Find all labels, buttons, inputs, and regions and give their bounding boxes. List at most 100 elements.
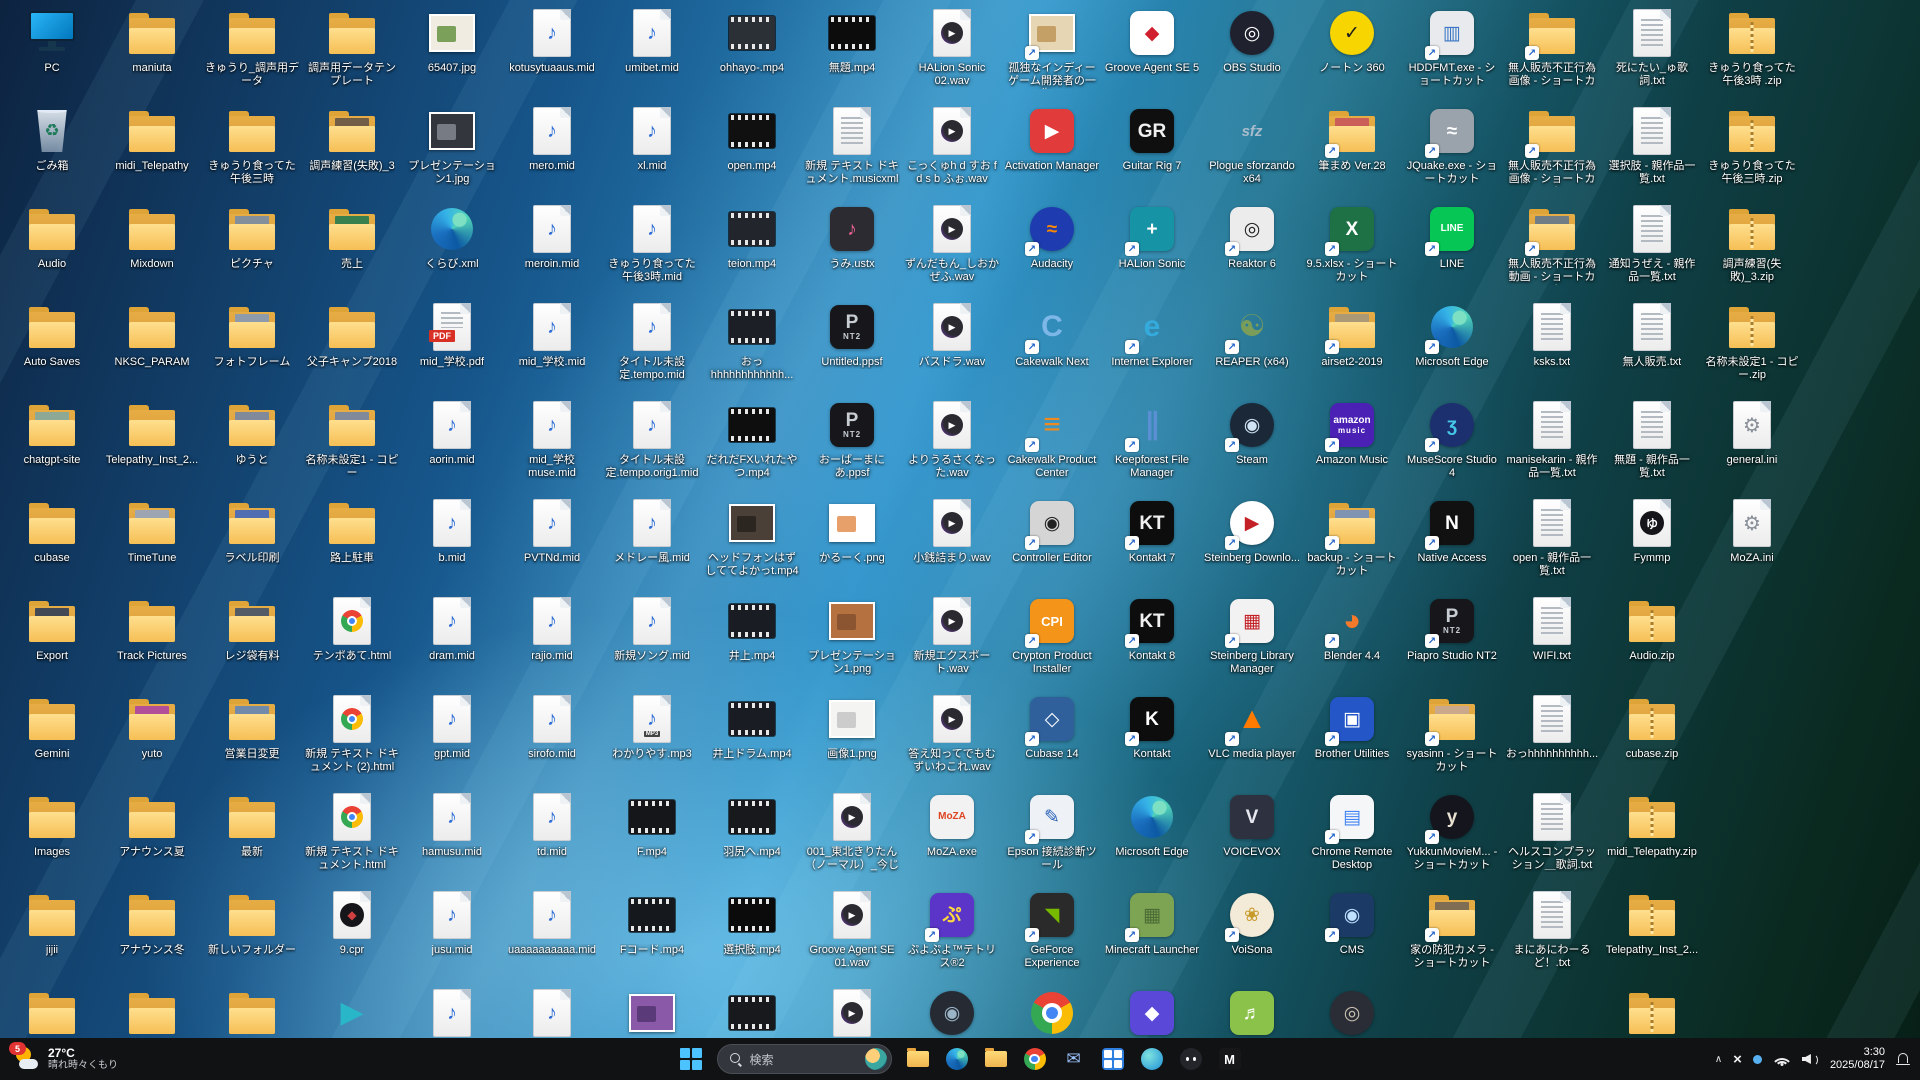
desktop-icon[interactable]: midi_Telepathy.zip: [1602, 790, 1702, 888]
desktop-icon[interactable]: ◉↗Steam: [1202, 398, 1302, 496]
desktop-icon[interactable]: 選択肢 - 親作品一覧.txt: [1602, 104, 1702, 202]
status-dot-icon[interactable]: [1753, 1055, 1762, 1064]
desktop-icon[interactable]: テンポあて.html: [302, 594, 402, 692]
clock[interactable]: 3:30 2025/08/17: [1830, 1046, 1885, 1072]
desktop-icon[interactable]: ▶新規エクスポート.wav: [902, 594, 1002, 692]
desktop-icon[interactable]: C↗Cakewalk Next: [1002, 300, 1102, 398]
taskbar-app-mail[interactable]: ✉: [1061, 1046, 1087, 1072]
desktop-icon[interactable]: ⚙MoZA.ini: [1702, 496, 1802, 594]
desktop-icon[interactable]: ↗Microsoft Edge: [1402, 300, 1502, 398]
desktop-icon[interactable]: 羽尻へ.mp4: [702, 790, 802, 888]
desktop-icon[interactable]: フォトフレーム: [202, 300, 302, 398]
wifi-icon[interactable]: [1773, 1053, 1791, 1066]
desktop-icon[interactable]: ▦↗Minecraft Launcher: [1102, 888, 1202, 986]
desktop-icon[interactable]: ♪sirofo.mid: [502, 692, 602, 790]
desktop-icon[interactable]: 新しいフォルダー: [202, 888, 302, 986]
desktop-icon[interactable]: F.mp4: [602, 790, 702, 888]
notifications-bell-icon[interactable]: [1896, 1052, 1910, 1066]
desktop-icon[interactable]: ✎↗Epson 接続診断ツール: [1002, 790, 1102, 888]
desktop-icon[interactable]: amazonmusic↗Amazon Music: [1302, 398, 1402, 496]
desktop-icon[interactable]: 最新: [202, 790, 302, 888]
desktop-icon[interactable]: yuto: [102, 692, 202, 790]
desktop-icon[interactable]: ≈↗Audacity: [1002, 202, 1102, 300]
desktop-icon[interactable]: プレゼンテーション1.png: [802, 594, 902, 692]
desktop-icon[interactable]: LINE↗LINE: [1402, 202, 1502, 300]
desktop-icon[interactable]: [2, 986, 102, 1038]
desktop-icon[interactable]: ♪aorin.mid: [402, 398, 502, 496]
desktop-icon[interactable]: jijii: [2, 888, 102, 986]
desktop-icon[interactable]: ↗家の防犯カメラ - ショートカット: [1402, 888, 1502, 986]
desktop-icon[interactable]: ピクチャ: [202, 202, 302, 300]
desktop-icon[interactable]: maniuta: [102, 6, 202, 104]
desktop-icon[interactable]: ◉: [902, 986, 1002, 1038]
desktop-icon[interactable]: ▶よりうるさくなった.wav: [902, 398, 1002, 496]
desktop-icon[interactable]: N↗Native Access: [1402, 496, 1502, 594]
desktop-icon[interactable]: 調声練習(失敗)_3: [302, 104, 402, 202]
desktop-icon[interactable]: PDFmid_学校.pdf: [402, 300, 502, 398]
desktop-icon[interactable]: y↗YukkunMovieM... - ショートカット: [1402, 790, 1502, 888]
desktop-icon[interactable]: ▣↗Brother Utilities: [1302, 692, 1402, 790]
desktop-icon[interactable]: きゅうり_調声用データ: [202, 6, 302, 104]
desktop-icon[interactable]: ↗無人販売不正行為動画 - ショートカット: [1502, 202, 1602, 300]
desktop-icon[interactable]: ↗無人販売不正行為画像 - ショートカット: [1502, 104, 1602, 202]
desktop-icon[interactable]: ♻ごみ箱: [2, 104, 102, 202]
desktop-icon[interactable]: 65407.jpg: [402, 6, 502, 104]
desktop-icon[interactable]: 無人販売.txt: [1602, 300, 1702, 398]
desktop-icon[interactable]: ゆうと: [202, 398, 302, 496]
desktop-icon[interactable]: 調声用データテンプレート: [302, 6, 402, 104]
desktop-icon[interactable]: アナウンス夏: [102, 790, 202, 888]
desktop-icon[interactable]: アナウンス冬: [102, 888, 202, 986]
desktop-icon[interactable]: Audio.zip: [1602, 594, 1702, 692]
desktop-icon[interactable]: ◆9.cpr: [302, 888, 402, 986]
desktop-icon[interactable]: 新規 テキスト ドキュメント.html: [302, 790, 402, 888]
desktop-icon[interactable]: ▶ずんだもん_しおかぜふ.wav: [902, 202, 1002, 300]
desktop-icon[interactable]: WIFI.txt: [1502, 594, 1602, 692]
desktop-icon[interactable]: くらび.xml: [402, 202, 502, 300]
desktop-icon[interactable]: 営業日変更: [202, 692, 302, 790]
desktop-icon[interactable]: ♪タイトル未設定.tempo.orig1.mid: [602, 398, 702, 496]
desktop-icon[interactable]: ♪td.mid: [502, 790, 602, 888]
taskbar-app-file-explorer-window[interactable]: [983, 1046, 1009, 1072]
desktop-icon[interactable]: MoZAMoZA.exe: [902, 790, 1002, 888]
desktop-icon[interactable]: 選択肢.mp4: [702, 888, 802, 986]
taskbar-app-google-chrome[interactable]: [1022, 1046, 1048, 1072]
desktop-icon[interactable]: cubase.zip: [1602, 692, 1702, 790]
desktop-icon[interactable]: ヘッドフォンはずしててよかっt.mp4: [702, 496, 802, 594]
desktop-icon[interactable]: まにあにわーるど！.txt: [1502, 888, 1602, 986]
desktop-icon[interactable]: cubase: [2, 496, 102, 594]
desktop-icon[interactable]: ▶: [302, 986, 402, 1038]
desktop-icon[interactable]: +↗HALion Sonic: [1102, 202, 1202, 300]
desktop-icon[interactable]: 画像1.png: [802, 692, 902, 790]
desktop-icon[interactable]: ▶Groove Agent SE 01.wav: [802, 888, 902, 986]
desktop-icon[interactable]: 死にたい_ゅ歌詞.txt: [1602, 6, 1702, 104]
desktop-icon[interactable]: open.mp4: [702, 104, 802, 202]
desktop-icon[interactable]: KT↗Kontakt 8: [1102, 594, 1202, 692]
desktop-icon[interactable]: ♪kotusytuaaus.mid: [502, 6, 602, 104]
desktop-icon[interactable]: PNT2↗Piapro Studio NT2: [1402, 594, 1502, 692]
desktop-icon[interactable]: Telepathy_Inst_2...: [1602, 888, 1702, 986]
desktop-icon[interactable]: ksks.txt: [1502, 300, 1602, 398]
desktop-icon[interactable]: おっhhhhhhhhhhhh...: [702, 300, 802, 398]
desktop-icon[interactable]: ♪rajio.mid: [502, 594, 602, 692]
desktop-icon[interactable]: GRGuitar Rig 7: [1102, 104, 1202, 202]
desktop-icon[interactable]: ↗syasinn - ショートカット: [1402, 692, 1502, 790]
desktop-icon[interactable]: ♪dram.mid: [402, 594, 502, 692]
desktop-icon[interactable]: Gemini: [2, 692, 102, 790]
desktop-icon[interactable]: CPI↗Crypton Product Installer: [1002, 594, 1102, 692]
desktop-icon[interactable]: ▤↗Chrome Remote Desktop: [1302, 790, 1402, 888]
desktop-icon[interactable]: ◕↗Blender 4.4: [1302, 594, 1402, 692]
taskbar-app-file-explorer[interactable]: [905, 1046, 931, 1072]
desktop-icon[interactable]: ʒ↗MuseScore Studio 4: [1402, 398, 1502, 496]
search-box[interactable]: 検索: [717, 1044, 892, 1074]
desktop-icon[interactable]: Microsoft Edge: [1102, 790, 1202, 888]
desktop-icon[interactable]: ラベル印刷: [202, 496, 302, 594]
desktop-icon[interactable]: ▶Activation Manager: [1002, 104, 1102, 202]
desktop-icon[interactable]: NKSC_PARAM: [102, 300, 202, 398]
desktop-icon[interactable]: e↗Internet Explorer: [1102, 300, 1202, 398]
desktop-icon[interactable]: 新規 テキスト ドキュメント.musicxml: [802, 104, 902, 202]
desktop-icon[interactable]: ↗backup - ショートカット: [1302, 496, 1402, 594]
desktop-icon[interactable]: ◆: [1102, 986, 1202, 1038]
desktop-icon[interactable]: ◇↗Cubase 14: [1002, 692, 1102, 790]
desktop-icon[interactable]: ▶↗Steinberg Downlo...: [1202, 496, 1302, 594]
desktop-icon[interactable]: プレゼンテーション1.jpg: [402, 104, 502, 202]
